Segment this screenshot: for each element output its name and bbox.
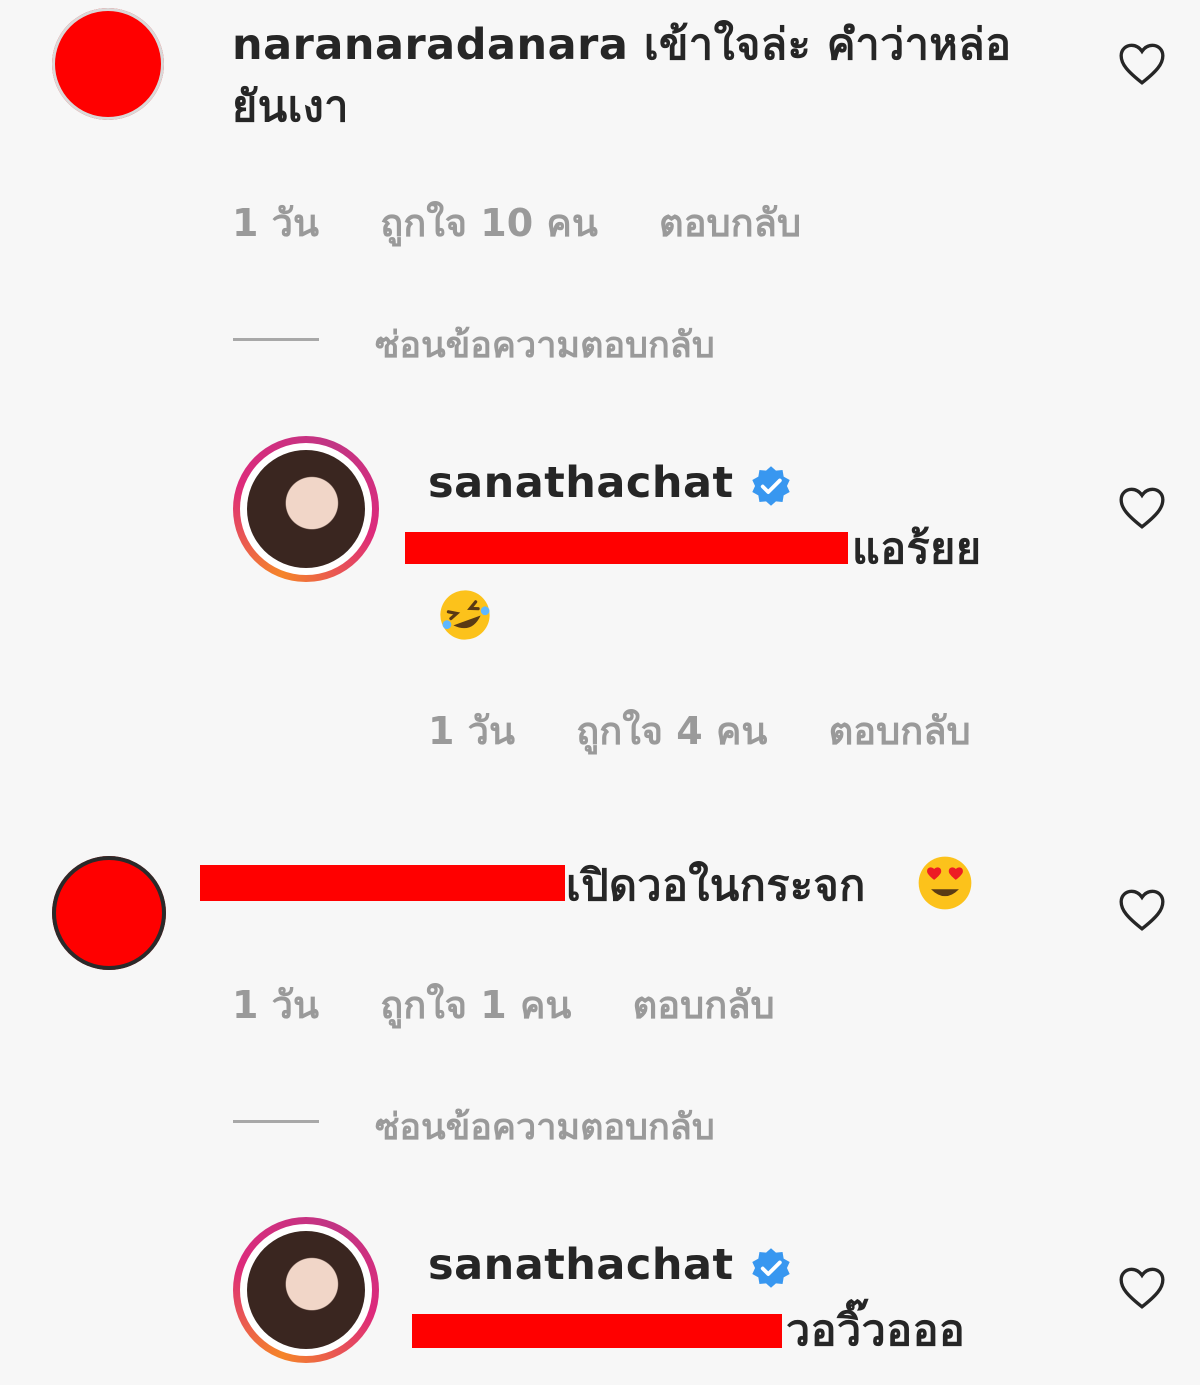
comment-username[interactable]: naranaradanara: [232, 20, 628, 70]
comment-meta: 1 วัน ถูกใจ 1 คน ตอบกลับ: [232, 974, 823, 1035]
rofl-emoji-icon: [440, 590, 490, 640]
reply-avatar[interactable]: [233, 1217, 379, 1363]
redacted-mention: [412, 1314, 782, 1348]
profile-photo: [247, 450, 365, 568]
reply-username[interactable]: sanathachat: [428, 1240, 734, 1290]
comment-time: 1 วัน: [232, 983, 319, 1027]
comment-likes[interactable]: ถูกใจ 10 คน: [380, 201, 598, 245]
profile-photo: [247, 1231, 365, 1349]
redacted-mention: [405, 532, 848, 564]
comment-text: naranaradanara เข้าใจล่ะ คำว่าหล่อ ยันเง…: [232, 14, 1092, 139]
reply-avatar[interactable]: [233, 436, 379, 582]
like-heart-icon[interactable]: [1117, 40, 1167, 86]
avatar-redacted[interactable]: [52, 856, 166, 970]
reply-button[interactable]: ตอบกลับ: [659, 201, 801, 245]
comment-body: เปิดวอในกระจก: [566, 861, 866, 911]
comment-time: 1 วัน: [232, 201, 319, 245]
comment-body: เข้าใจล่ะ คำว่าหล่อ: [643, 20, 1012, 70]
verified-badge-icon: [752, 465, 790, 506]
reply-time: 1 วัน: [428, 709, 515, 753]
hide-replies-button[interactable]: ซ่อนข้อความตอบกลับ: [375, 316, 715, 373]
redacted-username: [200, 865, 565, 901]
reply-username[interactable]: sanathachat: [428, 458, 734, 508]
reply-like-heart-icon[interactable]: [1117, 484, 1167, 530]
reply-meta: 1 วัน ถูกใจ 4 คน ตอบกลับ: [428, 700, 1019, 761]
heart-eyes-emoji-icon: [918, 856, 972, 910]
reply-likes[interactable]: ถูกใจ 4 คน: [576, 709, 767, 753]
avatar-redacted[interactable]: [52, 8, 164, 120]
reply-like-heart-icon[interactable]: [1117, 1264, 1167, 1310]
reply-body: แอร้ยย: [852, 524, 982, 574]
comment-likes[interactable]: ถูกใจ 1 คน: [380, 983, 571, 1027]
reply-body: วอวิ๊วอออ: [786, 1306, 966, 1356]
reply-reply-button[interactable]: ตอบกลับ: [829, 709, 971, 753]
hide-replies-divider: [233, 1120, 319, 1123]
hide-replies-divider: [233, 338, 319, 341]
comment-meta: 1 วัน ถูกใจ 10 คน ตอบกลับ: [232, 192, 849, 253]
reply-header: sanathachat: [428, 452, 793, 514]
like-heart-icon[interactable]: [1117, 886, 1167, 932]
hide-replies-button[interactable]: ซ่อนข้อความตอบกลับ: [375, 1098, 715, 1155]
reply-header: sanathachat: [428, 1234, 793, 1296]
verified-badge-icon: [752, 1247, 790, 1288]
comment-body-cont: ยันเงา: [232, 82, 349, 133]
reply-button[interactable]: ตอบกลับ: [633, 983, 775, 1027]
